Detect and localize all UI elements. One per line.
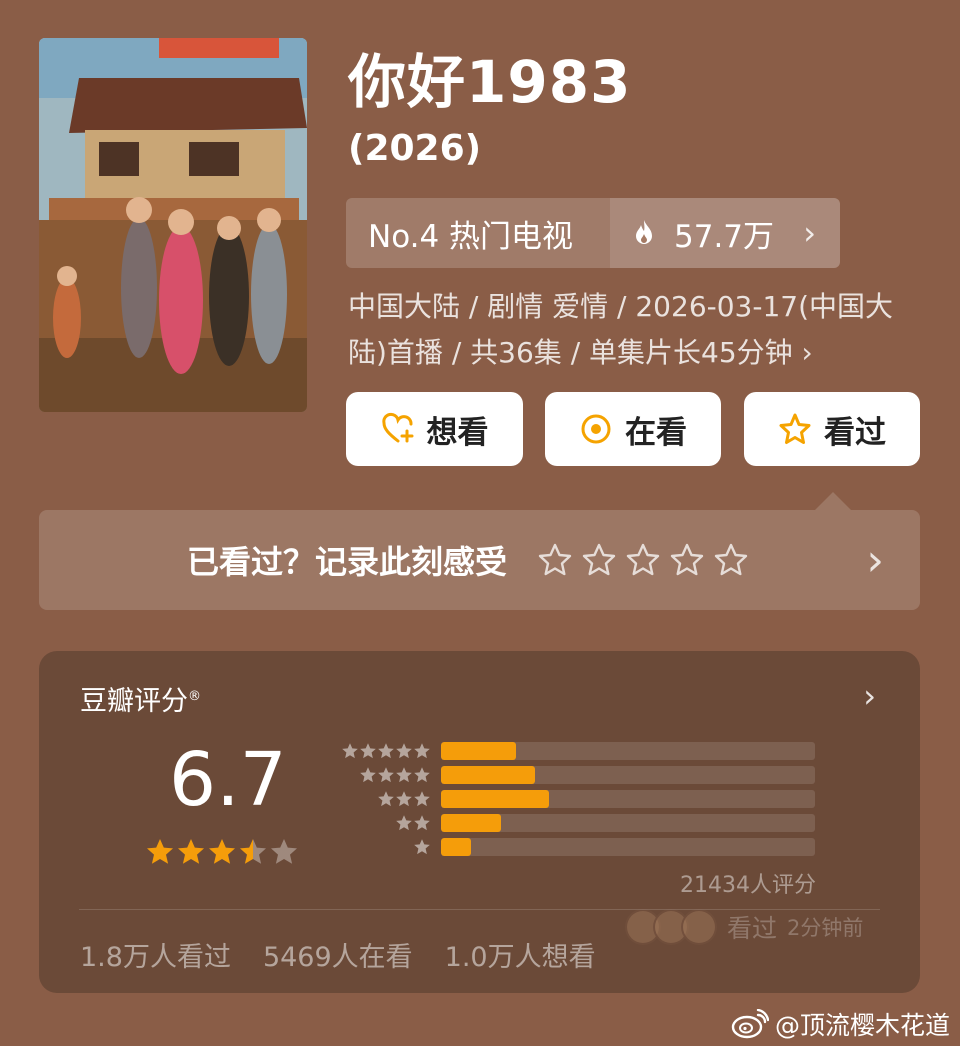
star-filled-icon <box>378 791 394 807</box>
want-count[interactable]: 1.0万人想看 <box>445 935 596 974</box>
recent-activity: 看过 2分钟前 <box>625 909 863 945</box>
star-filled-icon <box>414 839 430 855</box>
distribution-stars <box>335 838 431 856</box>
star-filled-icon <box>414 815 430 831</box>
star-outline-icon[interactable] <box>537 542 573 578</box>
popover-notch <box>815 492 851 510</box>
watched-label: 看过 <box>824 414 886 451</box>
star-filled-icon <box>396 815 412 831</box>
release-year: (2026) <box>348 128 482 169</box>
show-meta[interactable]: 中国大陆 / 剧情 爱情 / 2026-03-17(中国大陆)首播 / 共36集… <box>348 284 918 376</box>
distribution-stars <box>335 742 431 760</box>
distribution-bar-fill <box>441 790 550 808</box>
want-label: 想看 <box>426 414 489 451</box>
distribution-bar <box>441 814 815 832</box>
douban-rating-card[interactable]: 豆瓣评分® › 6.7 21434人评分 看过 2分钟前 1.8万人看过 546… <box>39 651 920 993</box>
raters-count: 21434人评分 <box>680 873 816 898</box>
recent-time: 2分钟前 <box>787 916 864 940</box>
star-filled-icon <box>360 767 376 783</box>
star-outline-icon[interactable] <box>581 542 617 578</box>
star-filled-icon <box>147 839 173 864</box>
star-filled-icon <box>414 767 430 783</box>
distribution-bar-fill <box>441 766 535 784</box>
recent-action: 看过 <box>727 914 778 943</box>
star-outline-icon[interactable] <box>669 542 705 578</box>
watching-count[interactable]: 5469人在看 <box>263 935 413 974</box>
distribution-row <box>335 766 815 784</box>
watermark-text: @顶流樱木花道 <box>774 1011 950 1040</box>
record-feeling-bar[interactable]: 已看过？记录此刻感受 › <box>39 510 920 610</box>
star-filled-icon <box>378 743 394 759</box>
poster-image[interactable] <box>39 38 307 412</box>
watching-button[interactable]: 在看 <box>545 392 721 466</box>
star-filled-icon <box>414 791 430 807</box>
watching-label: 在看 <box>625 414 687 451</box>
rating-score: 6.7 <box>169 737 287 823</box>
chevron-right-icon: › <box>803 214 816 252</box>
rating-title: 豆瓣评分® <box>80 679 201 718</box>
distribution-row <box>335 838 815 856</box>
distribution-row <box>335 814 815 832</box>
heart-plus-icon <box>381 412 413 443</box>
page-title: 你好1983 <box>348 48 632 116</box>
distribution-bar <box>441 742 815 760</box>
distribution-stars <box>335 814 431 832</box>
star-filled-icon <box>209 839 235 864</box>
chevron-right-icon[interactable]: › <box>863 677 876 715</box>
star-half-icon <box>240 839 266 864</box>
star-outline-icon[interactable] <box>625 542 661 578</box>
want-to-watch-button[interactable]: 想看 <box>346 392 523 466</box>
weibo-logo-icon <box>731 1009 769 1039</box>
distribution-bar <box>441 838 815 856</box>
chevron-right-icon[interactable]: › <box>866 535 884 586</box>
star-filled-icon <box>342 743 358 759</box>
distribution-stars <box>335 766 431 784</box>
avatar <box>681 909 717 945</box>
star-filled-icon <box>396 743 412 759</box>
watch-stats: 1.8万人看过 5469人在看 1.0万人想看 <box>80 935 596 974</box>
registered-mark: ® <box>188 689 201 704</box>
distribution-bar <box>441 766 815 784</box>
distribution-stars <box>335 790 431 808</box>
distribution-bar-fill <box>441 742 516 760</box>
star-outline-icon <box>779 413 811 444</box>
star-filled-icon <box>178 839 204 864</box>
rating-title-text: 豆瓣评分 <box>80 686 188 717</box>
weibo-watermark: @顶流樱木花道 <box>731 1006 950 1042</box>
rating-input-stars[interactable] <box>537 542 749 578</box>
score-stars <box>145 837 299 867</box>
star-filled-icon <box>378 767 394 783</box>
rank-badge[interactable]: No.4 热门电视 57.7万 › <box>346 198 840 268</box>
star-filled-icon <box>360 743 376 759</box>
heat-indicator[interactable]: 57.7万 › <box>610 198 840 268</box>
star-filled-icon <box>414 743 430 759</box>
star-empty-icon <box>271 839 297 864</box>
watched-count[interactable]: 1.8万人看过 <box>80 935 231 974</box>
distribution-bar-fill <box>441 814 501 832</box>
distribution-row <box>335 790 815 808</box>
record-prompt: 已看过？记录此刻感受 <box>187 543 508 581</box>
star-filled-icon <box>396 767 412 783</box>
star-outline-icon[interactable] <box>713 542 749 578</box>
heat-value: 57.7万 <box>674 218 775 255</box>
star-filled-icon <box>396 791 412 807</box>
fire-icon <box>636 220 652 244</box>
rank-label[interactable]: No.4 热门电视 <box>346 198 610 268</box>
avatar-group <box>625 909 717 945</box>
distribution-row <box>335 742 815 760</box>
target-circle-icon <box>581 414 611 444</box>
watched-button[interactable]: 看过 <box>744 392 920 466</box>
distribution-bar <box>441 790 815 808</box>
distribution-bar-fill <box>441 838 471 856</box>
divider <box>79 909 880 910</box>
